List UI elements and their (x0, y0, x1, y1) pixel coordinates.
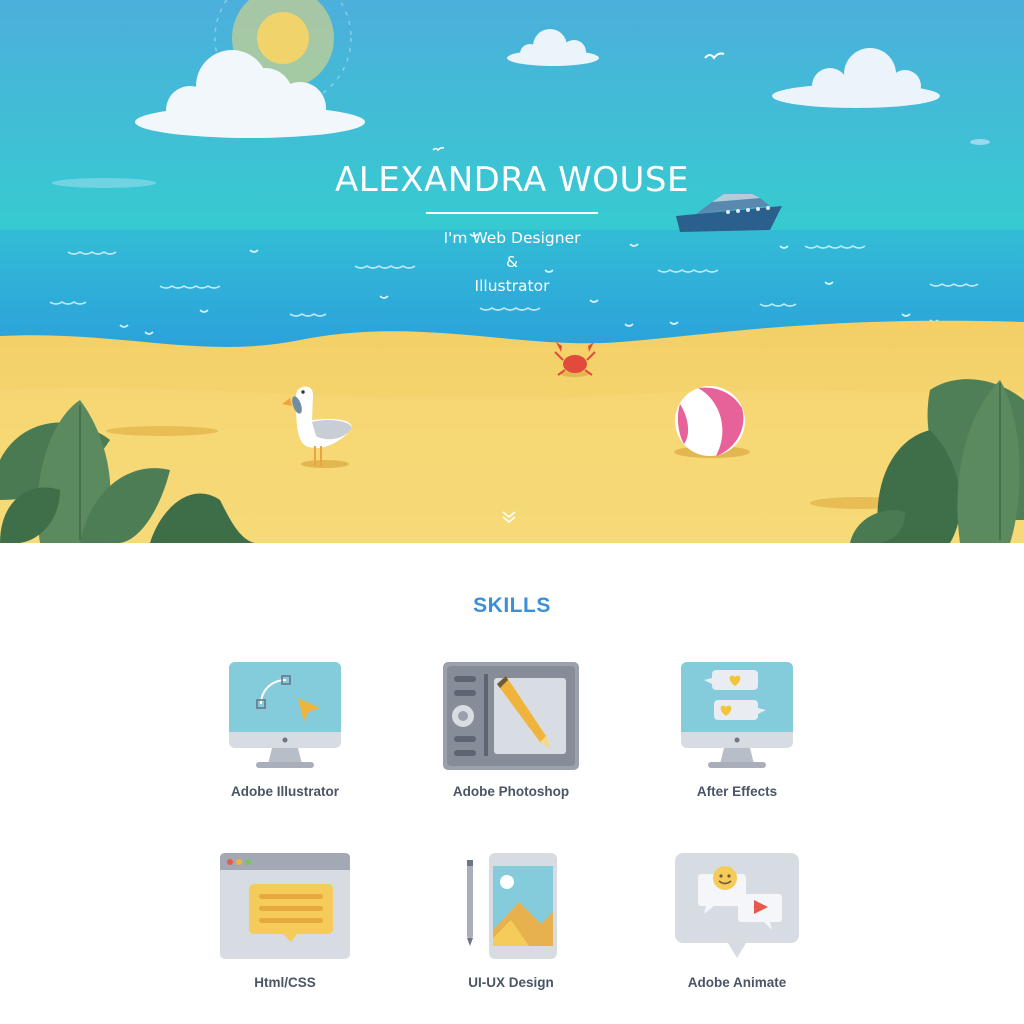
skills-heading: SKILLS (473, 594, 551, 617)
skill-item-ui-ux: UI-UX Design (401, 852, 621, 1002)
hero-section: ALEXANDRA WOUSE I'm Web Designer & Illus… (0, 0, 1024, 543)
monitor-chat-hearts-icon (681, 662, 793, 768)
scroll-down-chevron-icon[interactable] (499, 508, 519, 526)
hero-subtitle-line3: Illustrator (474, 277, 550, 295)
hero-subtitle-line2: & (505, 253, 519, 271)
skill-label-html-css: Html/CSS (254, 975, 316, 990)
skill-label-animate: Adobe Animate (687, 975, 787, 990)
skill-label-ui-ux: UI-UX Design (468, 975, 554, 990)
skill-item-illustrator: Adobe Illustrator (175, 660, 395, 810)
beach-illustration (0, 0, 1024, 543)
skill-item-html-css: Html/CSS (175, 852, 395, 1002)
skill-item-animate: Adobe Animate (627, 852, 847, 1002)
skill-label-photoshop: Adobe Photoshop (452, 784, 570, 799)
browser-window-icon (220, 853, 350, 959)
skill-label-after-effects: After Effects (696, 784, 778, 799)
hero-name: ALEXANDRA WOUSE (335, 160, 689, 200)
drawing-tablet-icon (443, 662, 579, 770)
phone-image-icon (467, 853, 557, 959)
skill-label-illustrator: Adobe Illustrator (230, 784, 339, 799)
hero-divider (426, 212, 598, 214)
skill-item-photoshop: Adobe Photoshop (401, 660, 621, 810)
chat-bubbles-icon (675, 853, 799, 958)
skill-item-after-effects: After Effects (627, 660, 847, 810)
hero-subtitle-line1: I'm Web Designer (443, 229, 581, 247)
monitor-pen-tool-icon (229, 662, 341, 768)
